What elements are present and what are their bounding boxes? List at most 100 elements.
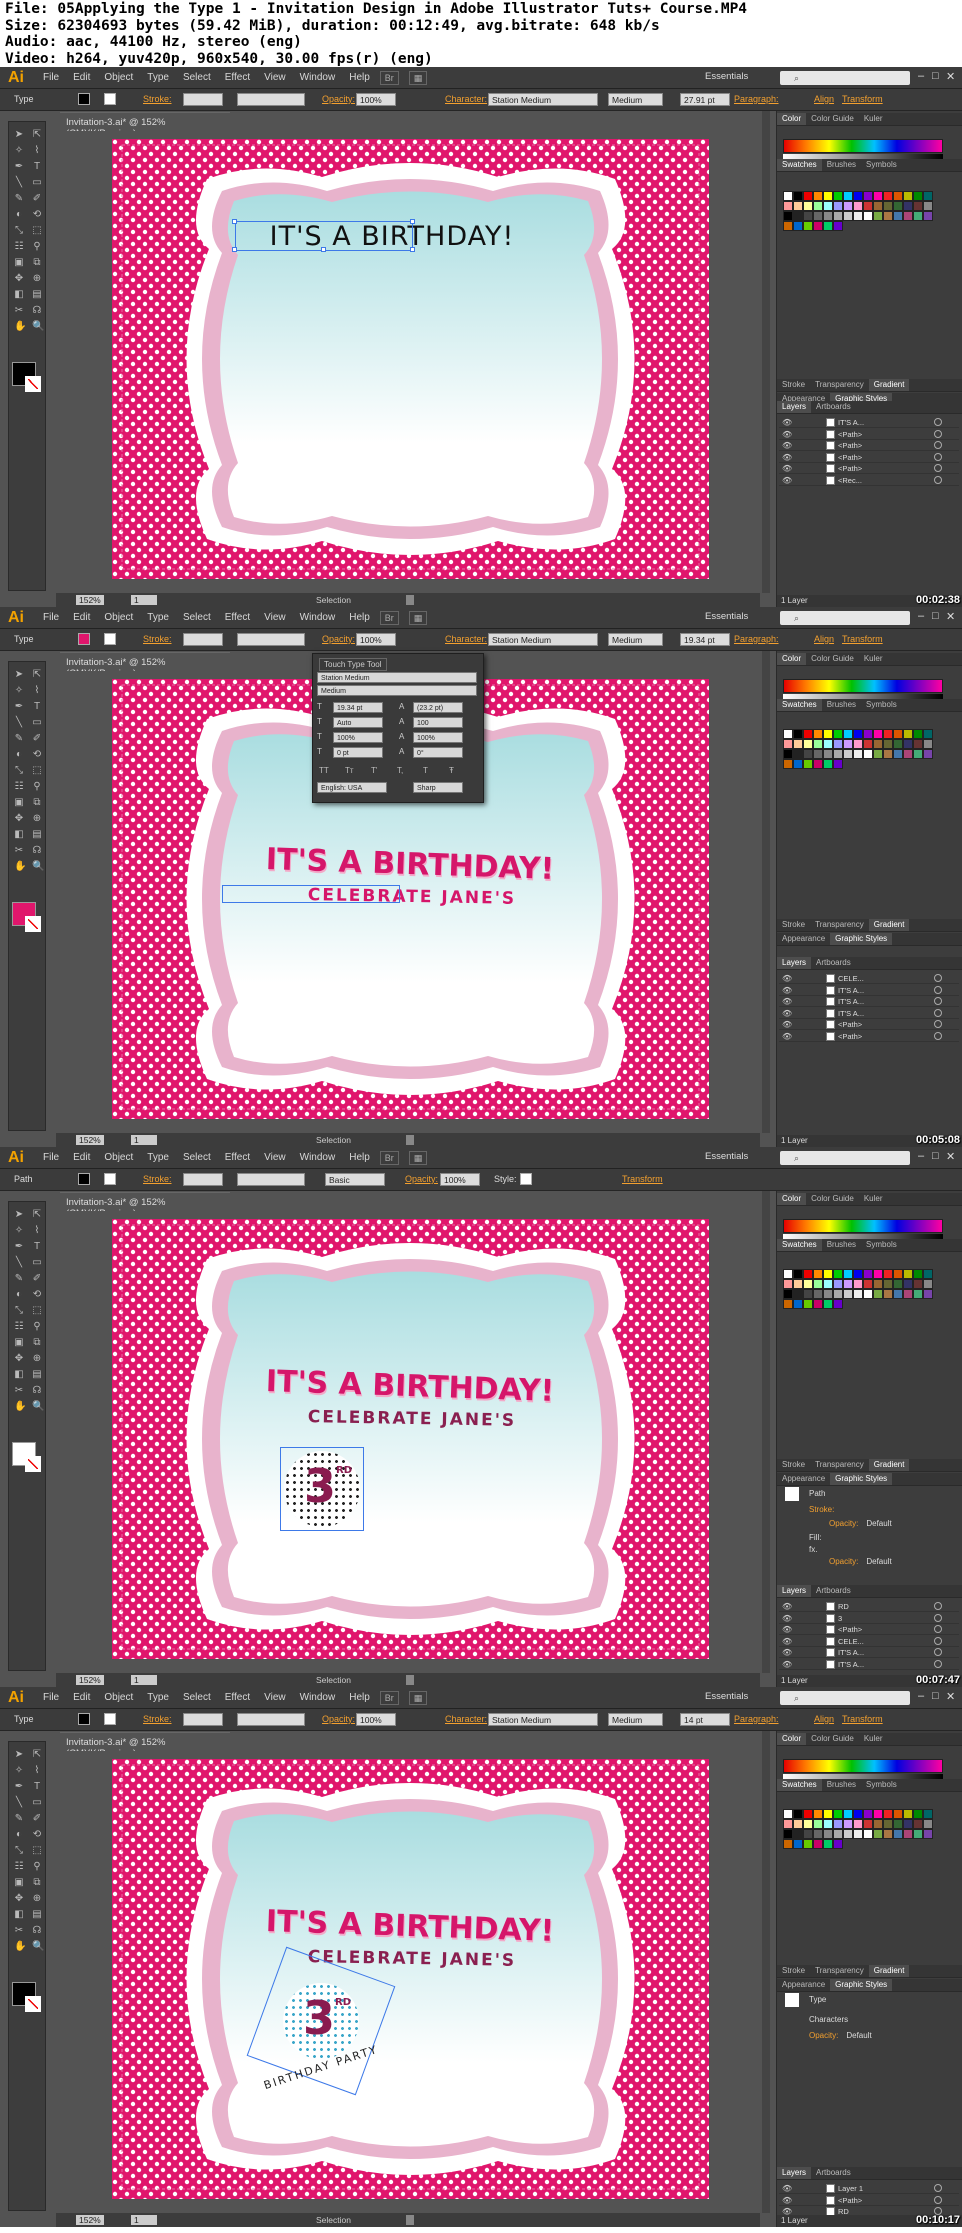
- visibility-eye-icon[interactable]: 👁: [782, 476, 792, 485]
- swatch[interactable]: [813, 759, 823, 769]
- swatch[interactable]: [803, 1819, 813, 1829]
- search-input[interactable]: ⌕: [780, 611, 910, 625]
- variable-width-field[interactable]: [237, 1173, 305, 1186]
- swatch[interactable]: [823, 739, 833, 749]
- swatch[interactable]: [883, 191, 893, 201]
- swatch[interactable]: [793, 739, 803, 749]
- tool-icon-4[interactable]: ⌇: [32, 146, 42, 156]
- swatch[interactable]: [913, 739, 923, 749]
- tool-icon-24[interactable]: ☊: [32, 1926, 42, 1936]
- swatch[interactable]: [793, 1809, 803, 1819]
- tool-icon-22[interactable]: ▤: [32, 1910, 42, 1920]
- stroke-weight-field[interactable]: [183, 1173, 223, 1186]
- color-spectrum[interactable]: [783, 1759, 943, 1773]
- swatch[interactable]: [823, 759, 833, 769]
- menu-type[interactable]: Type: [147, 612, 169, 623]
- menu-type[interactable]: Type: [147, 1692, 169, 1703]
- swatch[interactable]: [853, 1819, 863, 1829]
- swatch[interactable]: [893, 1289, 903, 1299]
- panel-tab-color[interactable]: Color: [777, 1193, 807, 1205]
- panel-tab-transparency[interactable]: Transparency: [810, 1459, 869, 1471]
- swatch[interactable]: [793, 1289, 803, 1299]
- canvas-area[interactable]: IT'S A BIRTHDAY! CELEBRATE JANE'S 3 RD: [60, 1211, 760, 1671]
- swatch[interactable]: [863, 191, 873, 201]
- swatch[interactable]: [913, 749, 923, 759]
- appearance-opacity[interactable]: Opacity: Default: [779, 1519, 961, 1531]
- tool-icon-19[interactable]: ✥: [14, 814, 24, 824]
- stroke-color-icon[interactable]: [25, 1996, 41, 2012]
- swatch[interactable]: [923, 1279, 933, 1289]
- panel-tab-graphic-styles[interactable]: Graphic Styles: [830, 1473, 893, 1485]
- swatch[interactable]: [783, 1289, 793, 1299]
- tool-icon-4[interactable]: ⌇: [32, 1226, 42, 1236]
- swatch[interactable]: [793, 749, 803, 759]
- panel-tab-appearance[interactable]: Appearance: [777, 933, 830, 945]
- popup-language-field[interactable]: English: USA: [317, 782, 387, 793]
- font-style-field[interactable]: Medium: [608, 633, 663, 646]
- target-circle-icon[interactable]: [934, 2184, 942, 2192]
- stroke-label[interactable]: Stroke:: [143, 634, 172, 644]
- tool-icon-19[interactable]: ✥: [14, 1354, 24, 1364]
- layer-name[interactable]: IT'S A...: [838, 997, 864, 1006]
- panel-tab-swatches[interactable]: Swatches: [777, 1779, 822, 1791]
- opacity-field[interactable]: 100%: [356, 633, 396, 646]
- swatch[interactable]: [913, 1269, 923, 1279]
- panel-tab-brushes[interactable]: Brushes: [822, 159, 861, 171]
- layer-name[interactable]: <Path>: [838, 453, 862, 462]
- appearance-stroke[interactable]: Stroke:: [779, 1505, 961, 1517]
- arrange-docs-icon[interactable]: ▦: [408, 1150, 428, 1165]
- paragraph-label[interactable]: Paragraph:: [734, 94, 779, 104]
- tool-icon-20[interactable]: ⊕: [32, 1354, 42, 1364]
- target-circle-icon[interactable]: [934, 1625, 942, 1633]
- tool-icon-8[interactable]: ▭: [32, 1798, 42, 1808]
- swatch[interactable]: [893, 1829, 903, 1839]
- swatch[interactable]: [803, 749, 813, 759]
- swatch[interactable]: [843, 729, 853, 739]
- visibility-eye-icon[interactable]: 👁: [782, 1637, 792, 1646]
- swatch[interactable]: [803, 759, 813, 769]
- tool-icon-22[interactable]: ▤: [32, 1370, 42, 1380]
- tool-icon-18[interactable]: ⧉: [32, 798, 42, 808]
- opacity-link[interactable]: Opacity:: [809, 2031, 838, 2040]
- tool-icon-18[interactable]: ⧉: [32, 258, 42, 268]
- visibility-eye-icon[interactable]: 👁: [782, 430, 792, 439]
- menu-object[interactable]: Object: [104, 1152, 133, 1163]
- panel-tab-brushes[interactable]: Brushes: [822, 699, 861, 711]
- align-link[interactable]: Align: [814, 634, 834, 644]
- appearance-opacity-2[interactable]: Opacity: Default: [779, 1557, 961, 1569]
- close-icon[interactable]: ✕: [946, 1690, 955, 1703]
- swatch[interactable]: [893, 729, 903, 739]
- tool-icon-11[interactable]: ◐: [14, 750, 24, 760]
- swatch[interactable]: [823, 749, 833, 759]
- tool-icon-14[interactable]: ⬚: [32, 766, 42, 776]
- swatch[interactable]: [843, 1809, 853, 1819]
- menu-type[interactable]: Type: [147, 72, 169, 83]
- menu-file[interactable]: File: [43, 1152, 59, 1163]
- tool-icon-24[interactable]: ☊: [32, 1386, 42, 1396]
- stroke-weight-field[interactable]: [183, 1713, 223, 1726]
- swatch[interactable]: [903, 749, 913, 759]
- panel-tab-stroke[interactable]: Stroke: [777, 919, 810, 931]
- swatch[interactable]: [893, 749, 903, 759]
- panel-tab-graphic-styles[interactable]: Graphic Styles: [830, 933, 893, 945]
- popup-hscale-field[interactable]: 100%: [413, 732, 463, 743]
- layer-row[interactable]: 👁 <Path>: [779, 1624, 959, 1635]
- layer-row[interactable]: 👁 <Path>: [779, 1019, 959, 1030]
- layer-name[interactable]: <Path>: [838, 464, 862, 473]
- visibility-eye-icon[interactable]: 👁: [782, 453, 792, 462]
- workspace-switcher[interactable]: Essentials: [705, 611, 748, 622]
- swatch[interactable]: [783, 739, 793, 749]
- swatch[interactable]: [883, 1289, 893, 1299]
- tool-icon-2[interactable]: ⇱: [32, 130, 42, 140]
- swatch[interactable]: [823, 1829, 833, 1839]
- menu-help[interactable]: Help: [349, 1692, 370, 1703]
- panel-tab-swatches[interactable]: Swatches: [777, 699, 822, 711]
- swatch[interactable]: [833, 191, 843, 201]
- layer-row[interactable]: 👁 IT'S A...: [779, 1647, 959, 1658]
- align-link[interactable]: Align: [814, 1714, 834, 1724]
- swatch[interactable]: [883, 1829, 893, 1839]
- tool-icon-13[interactable]: ⤡: [14, 766, 24, 776]
- swatch-grid[interactable]: [783, 1269, 943, 1309]
- tool-icon-1[interactable]: ➤: [14, 1750, 24, 1760]
- swatch[interactable]: [783, 1279, 793, 1289]
